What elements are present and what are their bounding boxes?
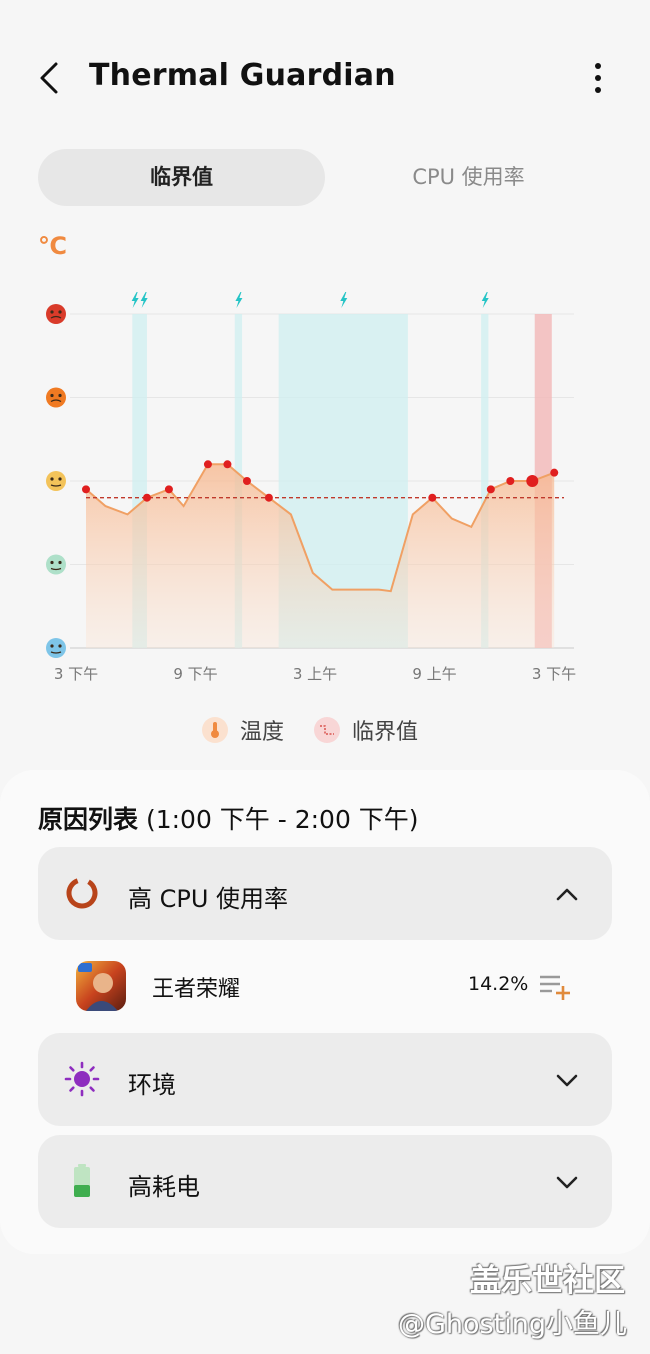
temp-point — [142, 493, 151, 502]
tab-cpu-usage[interactable]: CPU 使用率 — [325, 149, 612, 206]
reasons-panel: 原因列表 (1:00 下午 - 2:00 下午) 高 CPU 使用率 王者荣耀 … — [0, 770, 650, 1254]
neutral-face-icon-eye — [58, 477, 62, 481]
temp-point — [264, 493, 273, 502]
very-hot-face-icon — [46, 304, 66, 324]
temp-point — [164, 485, 173, 494]
hot-face-icon-eye — [50, 393, 54, 398]
more-options-icon[interactable] — [586, 60, 610, 96]
thermometer-icon — [202, 717, 228, 743]
cool-face-icon-eye — [58, 644, 62, 648]
temp-point — [223, 460, 232, 469]
reasons-time-range: (1:00 下午 - 2:00 下午) — [145, 805, 419, 834]
charging-bolt-icon — [140, 292, 148, 308]
calm-face-icon — [46, 554, 66, 575]
temp-point — [428, 493, 437, 502]
temp-point — [203, 460, 212, 469]
legend-item-temperature: 温度 — [202, 712, 284, 748]
temp-point — [486, 485, 495, 494]
cpu-ring-icon — [66, 877, 98, 909]
page-title: Thermal Guardian — [89, 58, 396, 93]
game-app-icon — [76, 961, 126, 1011]
tab-bar: 临界值 CPU 使用率 — [38, 149, 612, 206]
temp-point — [506, 477, 515, 485]
watermark-community: 盖乐世社区 — [470, 1263, 625, 1299]
cool-face-icon — [46, 638, 66, 658]
reason-label-high-power: 高耗电 — [128, 1173, 200, 1201]
reason-label-high-cpu: 高 CPU 使用率 — [128, 885, 289, 913]
cool-face-icon-eye — [50, 644, 54, 648]
temperature-unit-label: ℃ — [38, 232, 68, 260]
current-temp-point — [526, 475, 539, 487]
x-tick-label: 9 上午 — [412, 665, 456, 683]
app-cpu-percent: 14.2% — [468, 973, 529, 995]
reason-label-environment: 环境 — [128, 1071, 176, 1099]
sun-icon — [64, 1061, 100, 1097]
temp-point — [242, 477, 251, 485]
x-tick-label: 9 下午 — [173, 665, 217, 683]
very-hot-face-icon-eye — [58, 310, 62, 314]
chart-legend: 温度 临界值 — [0, 712, 650, 748]
app-name: 王者荣耀 — [152, 977, 241, 1002]
charging-bolt-icon — [235, 292, 243, 308]
app-usage-row[interactable]: 王者荣耀 14.2% — [38, 945, 612, 1027]
hot-face-icon-eye — [58, 393, 62, 398]
calm-face-icon-eye — [58, 560, 62, 565]
reason-card-environment[interactable]: 环境 — [38, 1033, 612, 1126]
legend-label-threshold: 临界值 — [352, 720, 419, 745]
x-tick-label: 3 下午 — [532, 665, 576, 683]
charging-bolt-icon — [481, 292, 489, 308]
charging-bolt-icon — [340, 292, 348, 308]
neutral-face-icon — [46, 471, 66, 491]
chevron-up-icon[interactable] — [554, 885, 580, 903]
legend-label-temperature: 温度 — [240, 720, 285, 745]
legend-item-threshold: 临界值 — [314, 712, 418, 748]
chevron-down-icon[interactable] — [554, 1173, 580, 1191]
threshold-line-icon — [314, 717, 340, 743]
temp-point — [550, 468, 559, 477]
temp-point — [82, 485, 90, 494]
reasons-title-main: 原因列表 — [38, 805, 139, 834]
x-tick-label: 3 下午 — [54, 665, 98, 683]
add-to-list-icon[interactable] — [538, 971, 572, 1001]
battery-icon — [74, 1164, 90, 1197]
charging-bolt-icon — [131, 292, 139, 308]
back-arrow-icon[interactable] — [34, 58, 66, 98]
watermark-author: @Ghosting小鱼儿 — [398, 1309, 627, 1340]
temperature-chart[interactable]: 3 下午 9 下午 3 上午 9 上午 3 下午 — [0, 280, 650, 700]
calm-face-icon-eye — [50, 560, 54, 565]
reasons-title: 原因列表 (1:00 下午 - 2:00 下午) — [38, 800, 419, 836]
hot-face-icon — [46, 387, 66, 408]
very-hot-face-icon-eye — [50, 310, 54, 314]
chevron-down-icon[interactable] — [554, 1071, 580, 1089]
reason-card-high-cpu[interactable]: 高 CPU 使用率 — [38, 847, 612, 940]
neutral-face-icon-eye — [50, 477, 54, 481]
app-header: Thermal Guardian — [0, 40, 650, 116]
x-tick-label: 3 上午 — [293, 665, 337, 683]
tab-threshold[interactable]: 临界值 — [38, 149, 325, 206]
reason-card-high-power[interactable]: 高耗电 — [38, 1135, 612, 1228]
